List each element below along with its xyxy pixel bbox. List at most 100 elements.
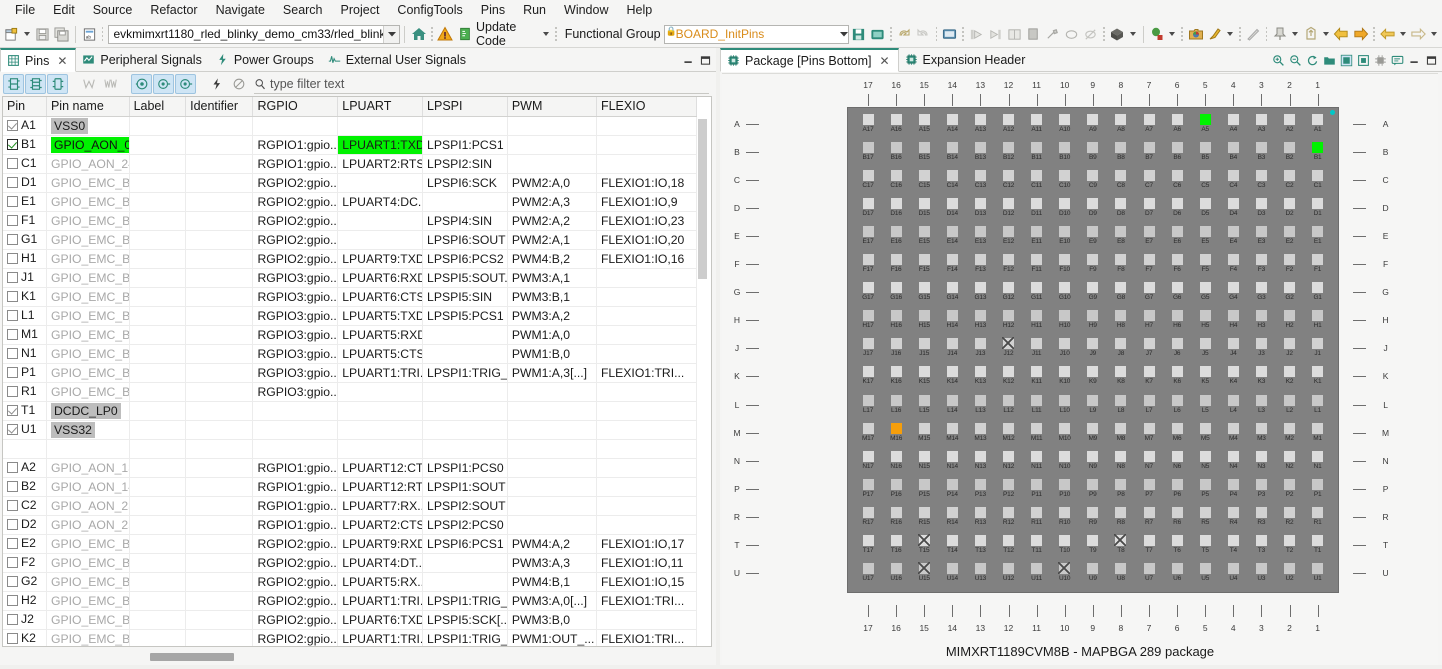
pin-checkbox[interactable] bbox=[7, 253, 18, 264]
pin-cell[interactable]: J2 bbox=[3, 611, 46, 630]
package-ball-F12[interactable] bbox=[1003, 254, 1014, 265]
pin-cell[interactable]: T1 bbox=[3, 402, 46, 421]
package-ball-D16[interactable] bbox=[891, 198, 902, 209]
package-ball-J15[interactable] bbox=[919, 338, 930, 349]
package-ball-L16[interactable] bbox=[891, 395, 902, 406]
lpspi-cell[interactable]: LPSPI1:TRIG_I... bbox=[423, 364, 508, 383]
pin-cell[interactable]: H1 bbox=[3, 250, 46, 269]
pwm-cell[interactable]: PWM3:A,2 bbox=[507, 307, 596, 326]
package-ball-E17[interactable] bbox=[863, 226, 874, 237]
flexio-cell[interactable]: FLEXIO1:IO,11 bbox=[596, 554, 696, 573]
menu-item-refactor[interactable]: Refactor bbox=[141, 1, 206, 20]
pwm-cell[interactable]: PWM2:A,1 bbox=[507, 231, 596, 250]
pin-name-cell[interactable]: GPIO_AON_13 bbox=[46, 459, 129, 478]
identifier-cell[interactable] bbox=[186, 174, 253, 193]
update-code-button[interactable]: Update Code bbox=[455, 20, 540, 48]
table-row[interactable]: N1GPIO_EMC_B...RGPIO3:gpio...LPUART5:CTS… bbox=[3, 345, 697, 364]
package-ball-E3[interactable] bbox=[1256, 226, 1267, 237]
label-cell[interactable] bbox=[129, 174, 186, 193]
column-header-rgpio[interactable]: RGPIO bbox=[253, 97, 338, 117]
package-ball-B14[interactable] bbox=[947, 142, 958, 153]
rgpio-cell[interactable]: RGPIO1:gpio... bbox=[253, 497, 338, 516]
pin-checkbox[interactable] bbox=[7, 196, 18, 207]
package-ball-P6[interactable] bbox=[1172, 479, 1183, 490]
package-ball-G13[interactable] bbox=[975, 282, 986, 293]
rgpio-cell[interactable]: RGPIO2:gpio... bbox=[253, 250, 338, 269]
package-ball-D13[interactable] bbox=[975, 198, 986, 209]
package-ball-N11[interactable] bbox=[1031, 451, 1042, 462]
rgpio-cell[interactable] bbox=[253, 440, 338, 459]
lpspi-cell[interactable]: LPSPI6:PCS1 bbox=[423, 535, 508, 554]
new-file-dropdown-arrow[interactable] bbox=[24, 32, 30, 36]
package-ball-P8[interactable] bbox=[1115, 479, 1126, 490]
undo-icon[interactable] bbox=[895, 23, 914, 45]
label-cell[interactable] bbox=[129, 630, 186, 648]
flexio-cell[interactable]: FLEXIO1:IO,15 bbox=[596, 573, 696, 592]
show-ww-pins-button[interactable] bbox=[100, 74, 121, 94]
package-ball-B9[interactable] bbox=[1087, 142, 1098, 153]
pwm-cell[interactable]: PWM1:A,3[...] bbox=[507, 364, 596, 383]
package-ball-U10[interactable] bbox=[1059, 563, 1070, 574]
pin-name-cell[interactable]: GPIO_AON_24 bbox=[46, 155, 129, 174]
show-package-pins-button[interactable] bbox=[47, 74, 68, 94]
package-ball-K6[interactable] bbox=[1172, 366, 1183, 377]
console-icon[interactable] bbox=[940, 23, 959, 45]
identifier-cell[interactable] bbox=[186, 516, 253, 535]
package-ball-F5[interactable] bbox=[1200, 254, 1211, 265]
package-ball-E7[interactable] bbox=[1144, 226, 1155, 237]
package-ball-B7[interactable] bbox=[1144, 142, 1155, 153]
label-cell[interactable] bbox=[129, 288, 186, 307]
label-cell[interactable] bbox=[129, 516, 186, 535]
package-ball-D7[interactable] bbox=[1144, 198, 1155, 209]
pin-checkbox[interactable] bbox=[7, 576, 18, 587]
lpuart-cell[interactable]: LPUART2:RTS... bbox=[338, 155, 423, 174]
rgpio-cell[interactable]: RGPIO3:gpio... bbox=[253, 326, 338, 345]
package-ball-M11[interactable] bbox=[1031, 423, 1042, 434]
new-file-icon[interactable] bbox=[2, 23, 21, 45]
pin-cell[interactable]: E2 bbox=[3, 535, 46, 554]
show-all-pins-button[interactable] bbox=[3, 74, 24, 94]
package-ball-H15[interactable] bbox=[919, 310, 930, 321]
package-ball-C4[interactable] bbox=[1228, 170, 1239, 181]
package-ball-R9[interactable] bbox=[1087, 507, 1098, 518]
pin-cell[interactable]: B1 bbox=[3, 136, 46, 155]
lpspi-cell[interactable] bbox=[423, 383, 508, 402]
rgpio-cell[interactable]: RGPIO3:gpio... bbox=[253, 345, 338, 364]
flexio-cell[interactable]: FLEXIO1:TRI... bbox=[596, 592, 696, 611]
label-cell[interactable] bbox=[129, 440, 186, 459]
pin-name-cell[interactable]: GPIO_AON_08 bbox=[46, 136, 129, 155]
package-ball-M14[interactable] bbox=[947, 423, 958, 434]
package-ball-U7[interactable] bbox=[1144, 563, 1155, 574]
package-ball-L15[interactable] bbox=[919, 395, 930, 406]
lpuart-cell[interactable] bbox=[338, 383, 423, 402]
functional-group-selector[interactable]: 🔒 BOARD_InitPins bbox=[664, 25, 849, 44]
package-ball-P1[interactable] bbox=[1312, 479, 1323, 490]
back-icon[interactable] bbox=[1332, 23, 1351, 45]
pin-checkbox[interactable] bbox=[7, 291, 18, 302]
package-ball-R6[interactable] bbox=[1172, 507, 1183, 518]
package-ball-C17[interactable] bbox=[863, 170, 874, 181]
flexio-cell[interactable] bbox=[596, 497, 696, 516]
identifier-cell[interactable] bbox=[186, 478, 253, 497]
label-cell[interactable] bbox=[129, 497, 186, 516]
flexio-cell[interactable]: FLEXIO1:IO,9 bbox=[596, 193, 696, 212]
lpspi-cell[interactable] bbox=[423, 573, 508, 592]
next-dropdown-arrow[interactable] bbox=[1431, 32, 1437, 36]
package-ball-E4[interactable] bbox=[1228, 226, 1239, 237]
pin-name-cell[interactable]: GPIO_EMC_B... bbox=[46, 535, 129, 554]
pin-checkbox[interactable] bbox=[7, 405, 18, 416]
table-row[interactable]: J2GPIO_EMC_B...RGPIO2:gpio...LPUART6:TXD… bbox=[3, 611, 697, 630]
package-ball-R4[interactable] bbox=[1228, 507, 1239, 518]
label-cell[interactable] bbox=[129, 459, 186, 478]
identifier-cell[interactable] bbox=[186, 535, 253, 554]
pwm-cell[interactable] bbox=[507, 155, 596, 174]
lpspi-cell[interactable]: LPSPI1:SOUT bbox=[423, 478, 508, 497]
package-ball-D15[interactable] bbox=[919, 198, 930, 209]
label-cell[interactable] bbox=[129, 573, 186, 592]
package-ball-M7[interactable] bbox=[1144, 423, 1155, 434]
export-icon[interactable] bbox=[1301, 23, 1320, 45]
package-ball-M2[interactable] bbox=[1284, 423, 1295, 434]
step-icon[interactable] bbox=[967, 23, 986, 45]
lpuart-cell[interactable] bbox=[338, 402, 423, 421]
pin-cell[interactable]: N1 bbox=[3, 345, 46, 364]
